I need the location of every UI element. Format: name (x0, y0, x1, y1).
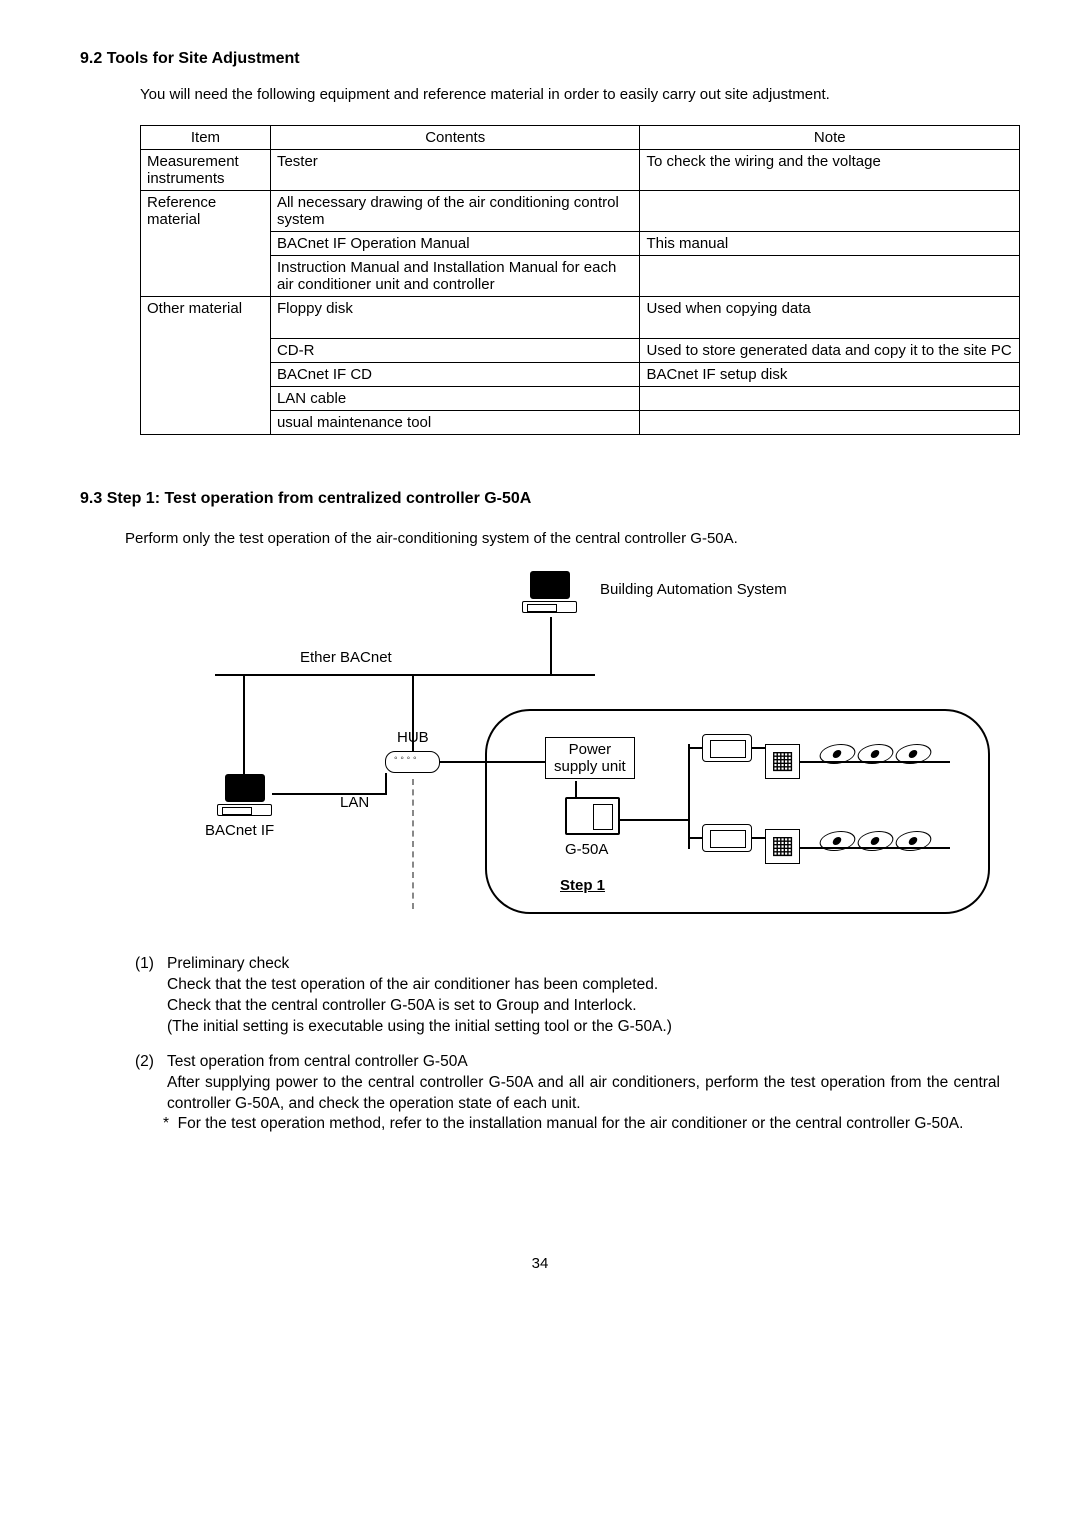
cell-contents: Floppy disk (270, 297, 640, 339)
heading-9-2: 9.2 Tools for Site Adjustment (80, 50, 1000, 68)
hub-icon (385, 751, 440, 773)
bas-label: Building Automation System (600, 581, 787, 598)
item2-star: * For the test operation method, refer t… (135, 1114, 1000, 1135)
step1-label: Step 1 (560, 877, 605, 894)
cell-contents: LAN cable (270, 387, 640, 411)
diagram-line (505, 761, 545, 763)
th-item: Item (141, 126, 271, 150)
table-row: usual maintenance tool (141, 411, 1020, 435)
cell-note: Used to store generated data and copy it… (640, 339, 1020, 363)
cell-contents: CD-R (270, 339, 640, 363)
power-label-2: supply unit (554, 758, 626, 775)
cell-item: Reference material (141, 191, 271, 297)
power-label-1: Power (569, 741, 612, 758)
controller-icon (702, 824, 752, 852)
g50a-icon (565, 797, 620, 835)
diagram-line (752, 837, 765, 839)
cell-item: Other material (141, 297, 271, 435)
diagram-line (752, 747, 765, 749)
item1-line1: Check that the test operation of the air… (135, 975, 1000, 996)
cell-contents: BACnet IF CD (270, 363, 640, 387)
th-note: Note (640, 126, 1020, 150)
item1-line3: (The initial setting is executable using… (135, 1017, 1000, 1038)
section-9-3: 9.3 Step 1: Test operation from centrali… (80, 490, 1000, 1135)
page-number: 34 (80, 1255, 1000, 1272)
g50a-label: G-50A (565, 841, 608, 858)
diagram-line (215, 674, 595, 676)
bas-computer-icon (522, 571, 577, 616)
cell-item: Measurement instruments (141, 150, 271, 191)
cell-note: Used when copying data (640, 297, 1020, 339)
perform-text: Perform only the test operation of the a… (125, 530, 1000, 547)
tools-table: Item Contents Note Measurement instrumen… (140, 125, 1020, 435)
star-marker: * (163, 1115, 169, 1132)
diagram-line (385, 773, 387, 795)
diagram-line (550, 617, 552, 674)
table-row: Reference material All necessary drawing… (141, 191, 1020, 232)
diagram: Building Automation System Ether BACnet … (160, 569, 1010, 929)
cell-note: BACnet IF setup disk (640, 363, 1020, 387)
table-row: Instruction Manual and Installation Manu… (141, 256, 1020, 297)
th-contents: Contents (270, 126, 640, 150)
diagram-dashed-line (412, 779, 414, 909)
indoor-units-icon (820, 831, 945, 861)
body-9-3: (1)Preliminary check Check that the test… (135, 954, 1000, 1135)
cell-contents: Instruction Manual and Installation Manu… (270, 256, 640, 297)
controller-icon (702, 734, 752, 762)
lan-label: LAN (340, 794, 369, 811)
table-row: Measurement instruments Tester To check … (141, 150, 1020, 191)
cell-note: This manual (640, 232, 1020, 256)
table-row: Other material Floppy disk Used when cop… (141, 297, 1020, 339)
diagram-line (688, 747, 702, 749)
outdoor-unit-icon: ▦ (765, 744, 800, 779)
marker-1: (1) (135, 954, 167, 975)
item1-line2: Check that the central controller G-50A … (135, 996, 1000, 1017)
section-9-2: 9.2 Tools for Site Adjustment You will n… (80, 50, 1000, 435)
item1-head: Preliminary check (167, 955, 289, 972)
bacnetif-computer-icon (217, 774, 272, 819)
heading-9-3: 9.3 Step 1: Test operation from centrali… (80, 490, 1000, 508)
diagram-line (688, 744, 690, 849)
diagram-line (412, 676, 414, 751)
cell-contents: All necessary drawing of the air conditi… (270, 191, 640, 232)
cell-note (640, 256, 1020, 297)
diagram-line (800, 761, 950, 763)
diagram-line (575, 781, 577, 797)
ether-label: Ether BACnet (300, 649, 392, 666)
power-supply-box: Power supply unit (545, 737, 635, 779)
outdoor-unit-icon: ▦ (765, 829, 800, 864)
bacnetif-label: BACnet IF (205, 822, 274, 839)
list-item-2: (2)Test operation from central controlle… (135, 1052, 1000, 1136)
cell-note (640, 387, 1020, 411)
table-row: CD-R Used to store generated data and co… (141, 339, 1020, 363)
intro-9-2: You will need the following equipment an… (140, 86, 1000, 103)
diagram-line (800, 847, 950, 849)
diagram-line (620, 819, 690, 821)
cell-contents: BACnet IF Operation Manual (270, 232, 640, 256)
indoor-units-icon (820, 744, 945, 774)
diagram-line (243, 676, 245, 774)
item2-head: Test operation from central controller G… (167, 1053, 468, 1070)
cell-note: To check the wiring and the voltage (640, 150, 1020, 191)
diagram-line (688, 837, 702, 839)
star-text: For the test operation method, refer to … (178, 1115, 964, 1132)
cell-note (640, 191, 1020, 232)
marker-2: (2) (135, 1052, 167, 1073)
table-row: BACnet IF Operation Manual This manual (141, 232, 1020, 256)
cell-note (640, 411, 1020, 435)
cell-contents: Tester (270, 150, 640, 191)
item2-line1: After supplying power to the central con… (135, 1073, 1000, 1115)
table-row: BACnet IF CD BACnet IF setup disk (141, 363, 1020, 387)
table-row: LAN cable (141, 387, 1020, 411)
cell-contents: usual maintenance tool (270, 411, 640, 435)
list-item-1: (1)Preliminary check Check that the test… (135, 954, 1000, 1038)
